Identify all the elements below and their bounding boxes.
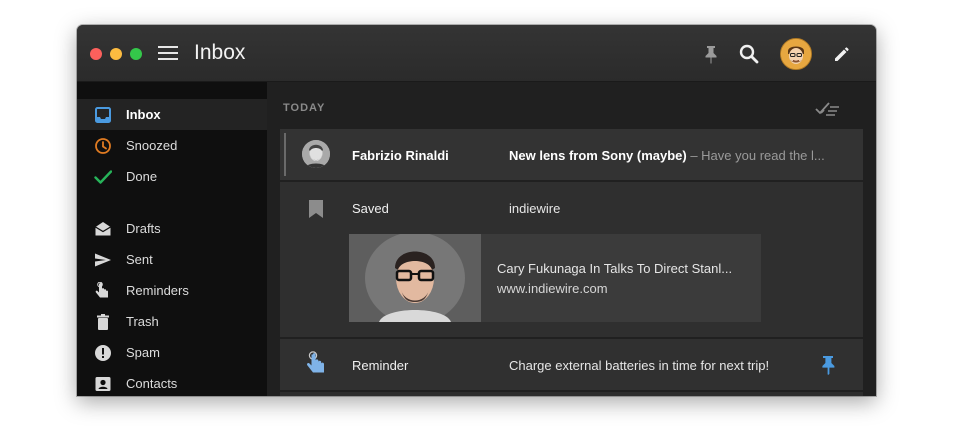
search-icon[interactable] xyxy=(738,43,760,65)
message-row[interactable]: Saved indiewire Cary Fukunaga In Talks T… xyxy=(280,182,863,337)
sidebar-item-sent[interactable]: Sent xyxy=(77,244,267,275)
sweep-done-icon[interactable] xyxy=(815,100,841,118)
sidebar-item-label: Sent xyxy=(126,252,153,267)
sidebar-item-label: Trash xyxy=(126,314,159,329)
message-row[interactable]: Fabrizio Rinaldi New lens from Sony (may… xyxy=(280,129,863,180)
page-title: Inbox xyxy=(194,41,246,64)
sidebar-item-trash[interactable]: Trash xyxy=(77,306,267,337)
link-preview-title: Cary Fukunaga In Talks To Direct Stanl..… xyxy=(497,261,733,276)
sidebar-item-label: Done xyxy=(126,169,158,184)
link-preview-url: www.indiewire.com xyxy=(497,281,608,296)
sidebar-item-contacts[interactable]: Contacts xyxy=(77,368,267,396)
pencil-icon[interactable] xyxy=(831,43,853,65)
app-window: Inbox Inbox Snoozed Done Drafts Sent Rem… xyxy=(77,25,876,396)
pin-icon[interactable] xyxy=(820,355,836,375)
drafts-envelope-icon xyxy=(94,220,112,238)
trash-icon xyxy=(94,313,112,331)
sidebar-item-label: Inbox xyxy=(126,107,161,122)
message-sender: Reminder xyxy=(352,358,409,373)
reminder-hand-icon xyxy=(304,351,328,377)
sidebar-item-drafts[interactable]: Drafts xyxy=(77,213,267,244)
sidebar-item-spam[interactable]: Spam xyxy=(77,337,267,368)
message-row[interactable] xyxy=(280,392,863,396)
message-list: TODAY Fabrizio Rinaldi New lens from Son… xyxy=(267,82,876,396)
close-window-button[interactable] xyxy=(90,48,102,60)
sidebar-item-label: Reminders xyxy=(126,283,189,298)
section-header-today: TODAY xyxy=(283,102,326,114)
sidebar-item-snoozed[interactable]: Snoozed xyxy=(77,130,267,161)
message-subject-line: New lens from Sony (maybe) – Have you re… xyxy=(509,148,839,163)
minimize-window-button[interactable] xyxy=(110,48,122,60)
sidebar: Inbox Snoozed Done Drafts Sent Reminders… xyxy=(77,82,267,396)
link-preview-card[interactable]: Cary Fukunaga In Talks To Direct Stanl..… xyxy=(349,234,761,322)
sidebar-item-label: Spam xyxy=(126,345,160,360)
bookmark-icon xyxy=(308,199,324,219)
message-subject: Charge external batteries in time for ne… xyxy=(509,358,770,373)
hamburger-menu-icon[interactable] xyxy=(158,46,178,60)
sender-avatar xyxy=(302,140,330,168)
inbox-icon xyxy=(94,106,112,124)
message-sender: Fabrizio Rinaldi xyxy=(352,148,449,163)
clock-icon xyxy=(94,137,112,155)
sidebar-item-done[interactable]: Done xyxy=(77,161,267,192)
send-icon xyxy=(94,251,112,269)
sidebar-item-label: Snoozed xyxy=(126,138,178,153)
user-avatar[interactable] xyxy=(780,38,812,70)
contacts-icon xyxy=(94,375,112,393)
sidebar-item-label: Drafts xyxy=(126,221,161,236)
sidebar-item-inbox[interactable]: Inbox xyxy=(77,99,267,130)
message-row[interactable]: Reminder Charge external batteries in ti… xyxy=(280,339,863,390)
message-sender: Saved xyxy=(352,201,389,216)
link-preview-image xyxy=(349,234,481,322)
message-snippet: – Have you read the l... xyxy=(686,148,825,163)
message-subject: indiewire xyxy=(509,201,561,216)
title-bar: Inbox xyxy=(77,25,876,82)
spam-icon xyxy=(94,344,112,362)
checkmark-icon xyxy=(94,168,113,186)
unread-indicator xyxy=(284,133,286,176)
sidebar-item-reminders[interactable]: Reminders xyxy=(77,275,267,306)
message-subject: New lens from Sony (maybe) xyxy=(509,148,687,163)
reminder-hand-icon xyxy=(94,281,112,300)
pin-icon[interactable] xyxy=(700,43,722,65)
sidebar-item-label: Contacts xyxy=(126,376,178,391)
zoom-window-button[interactable] xyxy=(130,48,142,60)
